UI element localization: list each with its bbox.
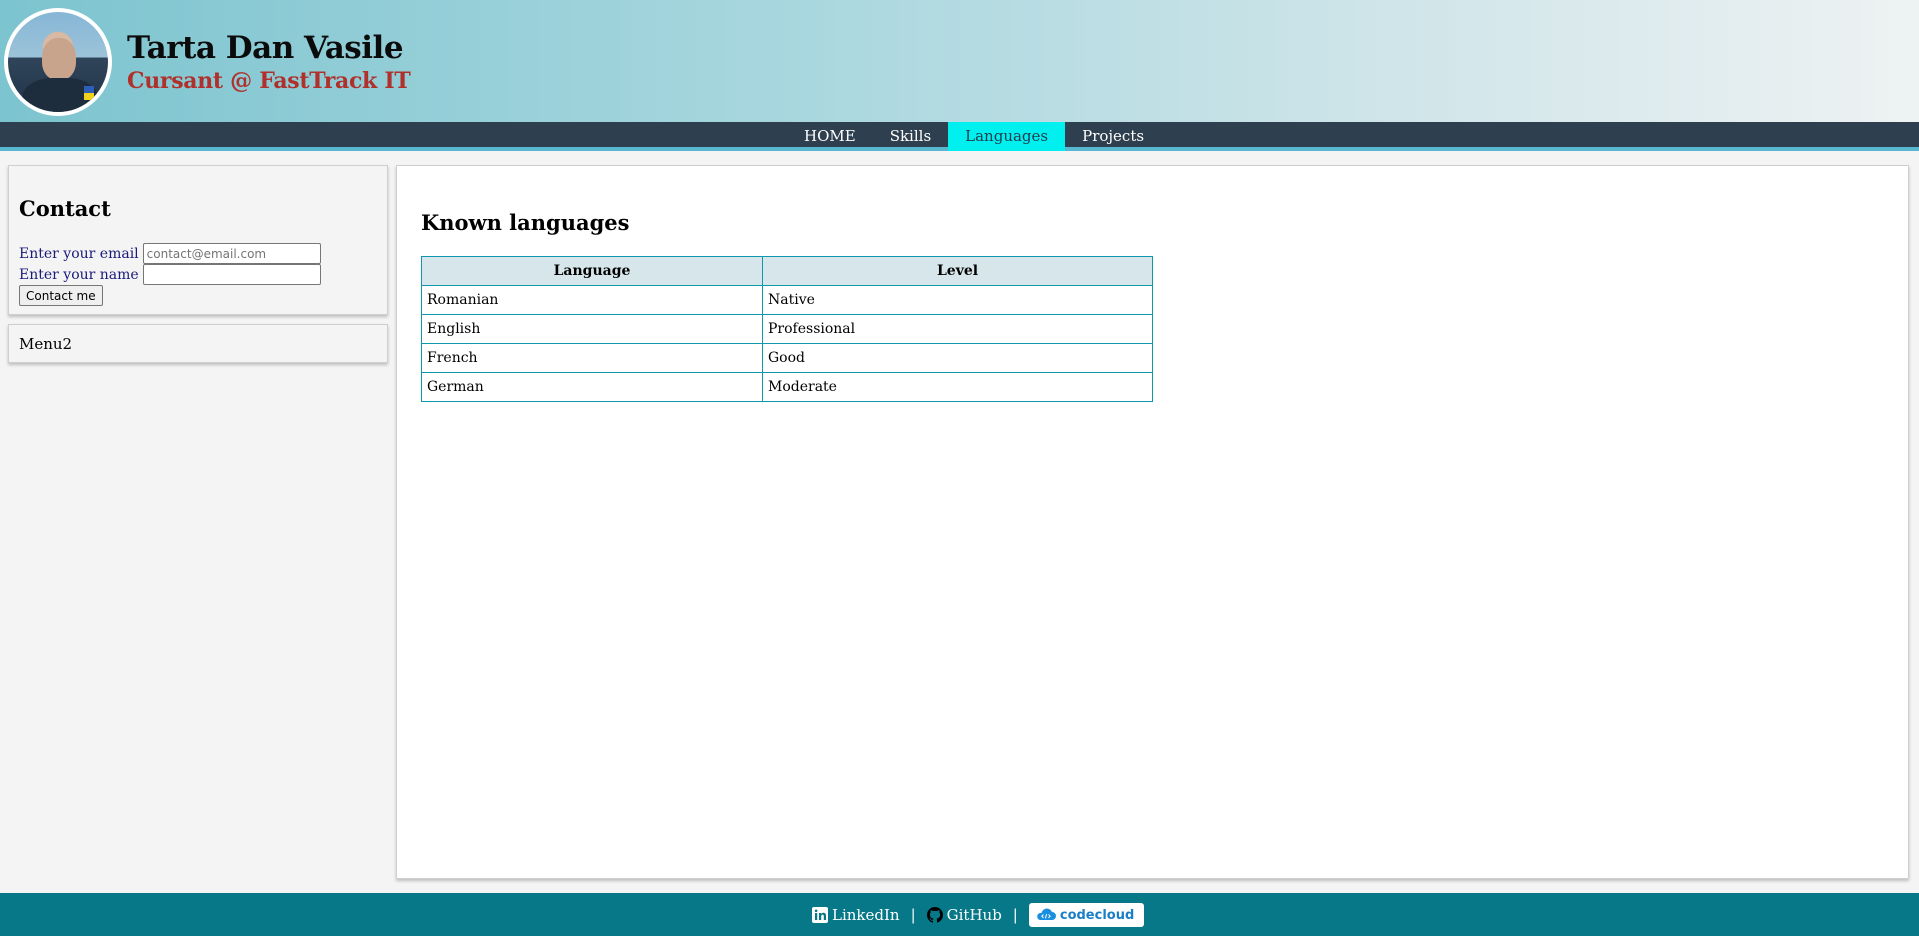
- github-icon: [926, 907, 943, 923]
- name-label: Enter your name: [19, 266, 139, 283]
- table-cell-level: Moderate: [762, 372, 1153, 402]
- codecloud-badge[interactable]: codecloud: [1028, 903, 1145, 927]
- site-header: Tarta Dan Vasile Cursant @ FastTrack IT: [0, 0, 1919, 122]
- column-header-language: Language: [421, 256, 763, 286]
- email-label: Enter your email: [19, 245, 139, 262]
- menu2-panel[interactable]: Menu2: [8, 324, 388, 363]
- table-row: French Good: [421, 343, 1153, 373]
- nav-item-languages[interactable]: Languages: [948, 122, 1066, 151]
- table-row: Romanian Native: [421, 285, 1153, 315]
- site-footer: LinkedIn | GitHub | codecloud: [0, 893, 1919, 936]
- footer-separator: |: [1012, 906, 1018, 924]
- menu2-label: Menu2: [19, 335, 73, 353]
- codecloud-icon: [1037, 908, 1056, 920]
- contact-title: Contact: [19, 196, 111, 221]
- email-row: Enter your email: [19, 243, 321, 264]
- site-subtitle: Cursant @ FastTrack IT: [127, 68, 411, 94]
- nav-item-projects[interactable]: Projects: [1065, 122, 1161, 151]
- column-header-level: Level: [762, 256, 1153, 286]
- languages-table: Language Level Romanian Native English P…: [421, 256, 1153, 402]
- name-field[interactable]: [142, 264, 321, 285]
- linkedin-link[interactable]: LinkedIn: [812, 906, 900, 924]
- linkedin-icon: [812, 907, 828, 923]
- contact-me-button[interactable]: Contact me: [19, 285, 103, 306]
- nav-item-skills[interactable]: Skills: [873, 122, 948, 151]
- table-cell-language: French: [421, 343, 763, 373]
- nav-item-home[interactable]: HOME: [787, 122, 873, 151]
- main-nav: HOME Skills Languages Projects: [0, 122, 1919, 151]
- linkedin-label: LinkedIn: [832, 906, 900, 924]
- footer-separator: |: [910, 906, 916, 924]
- github-link[interactable]: GitHub: [926, 906, 1002, 924]
- nav-items: HOME Skills Languages Projects: [787, 122, 1161, 151]
- table-cell-level: Professional: [762, 314, 1153, 344]
- page-title: Known languages: [421, 210, 630, 235]
- table-cell-language: English: [421, 314, 763, 344]
- table-row: English Professional: [421, 314, 1153, 344]
- table-row: German Moderate: [421, 372, 1153, 402]
- site-title: Tarta Dan Vasile: [127, 30, 404, 66]
- footer-links: LinkedIn | GitHub | codecloud: [812, 903, 1145, 927]
- avatar-head: [42, 38, 76, 80]
- avatar: [4, 8, 112, 116]
- table-cell-level: Native: [762, 285, 1153, 315]
- table-cell-level: Good: [762, 343, 1153, 373]
- flag-icon: [84, 86, 94, 100]
- table-header-row: Language Level: [421, 256, 1153, 286]
- table-cell-language: German: [421, 372, 763, 402]
- codecloud-label: codecloud: [1059, 907, 1135, 923]
- main-content: Known languages Language Level Romanian …: [396, 165, 1909, 879]
- table-cell-language: Romanian: [421, 285, 763, 315]
- contact-panel: Contact Enter your email Enter your name…: [8, 165, 388, 315]
- name-row: Enter your name: [19, 264, 321, 285]
- email-field[interactable]: [142, 243, 321, 264]
- github-label: GitHub: [946, 906, 1002, 924]
